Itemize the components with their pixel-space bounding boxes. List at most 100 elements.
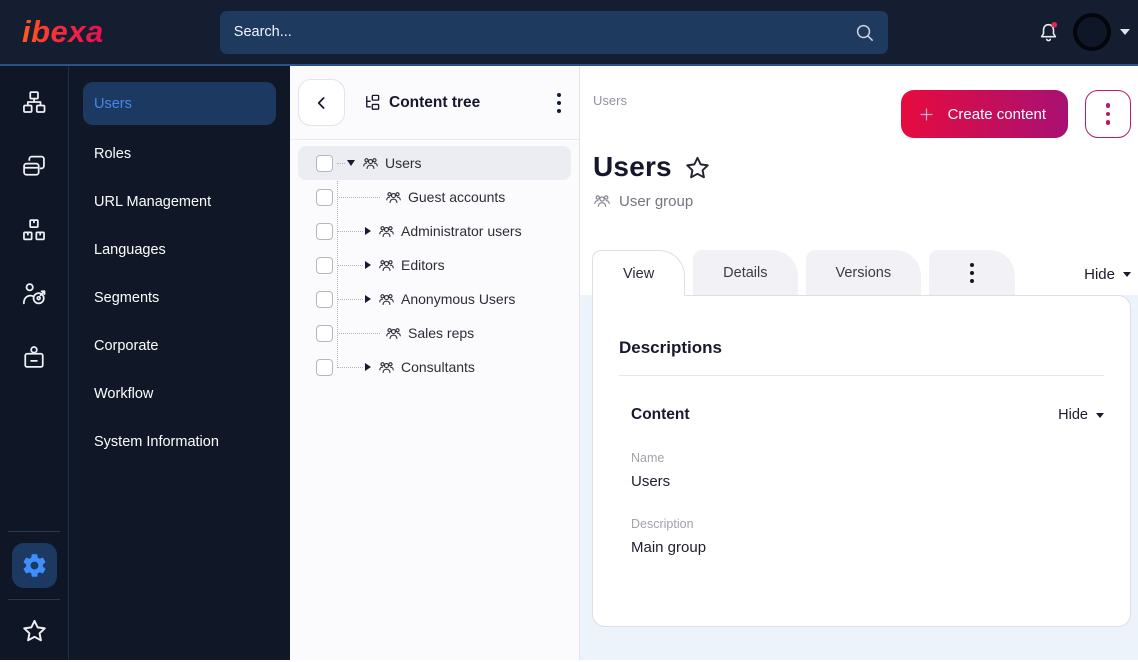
tree-item-administrator-users[interactable]: Administrator users	[298, 214, 571, 248]
sidebar-item-label: Segments	[94, 290, 160, 306]
sidebar-item-users[interactable]: Users	[83, 82, 276, 125]
user-group-icon	[378, 359, 395, 376]
tree-item-checkbox[interactable]	[316, 256, 333, 274]
tree-item-label: Consultants	[401, 359, 475, 375]
tab-details[interactable]: Details	[693, 250, 798, 295]
chevron-left-icon	[317, 96, 324, 109]
caret-right-icon[interactable]	[365, 227, 371, 235]
sitemap-icon[interactable]	[20, 88, 48, 116]
sidebar-item-url-management[interactable]: URL Management	[83, 178, 276, 226]
rail-divider	[8, 599, 60, 600]
sidebar-item-roles[interactable]: Roles	[83, 130, 276, 178]
content-type-row: User group	[593, 192, 1138, 210]
sidebar-item-label: URL Management	[94, 194, 212, 210]
caret-down-icon	[1096, 412, 1104, 418]
id-badge-icon[interactable]	[20, 344, 48, 372]
field-description: Description Main group	[631, 517, 1104, 556]
tree-connector-line	[337, 230, 363, 232]
sidebar-item-languages[interactable]: Languages	[83, 226, 276, 274]
tree-item-checkbox[interactable]	[316, 324, 333, 342]
kebab-icon	[1105, 101, 1111, 127]
content-tree-icon	[362, 93, 381, 112]
tab-versions[interactable]: Versions	[805, 250, 922, 295]
ibexa-logo[interactable]: ibexa	[22, 14, 104, 50]
icon-rail	[0, 66, 69, 660]
tree-item-label: Editors	[401, 257, 445, 273]
topbar-actions	[1036, 13, 1138, 51]
notifications-bell-icon[interactable]	[1036, 20, 1061, 45]
user-group-icon	[378, 257, 395, 274]
tab-label: Versions	[835, 264, 892, 281]
tree-item-guest-accounts[interactable]: Guest accounts	[298, 180, 571, 214]
plus-icon	[919, 107, 933, 121]
hide-toggle[interactable]: Hide	[1084, 266, 1131, 283]
tree-item-checkbox[interactable]	[316, 222, 333, 240]
user-menu-caret-icon[interactable]	[1120, 29, 1130, 35]
section-title: Content	[631, 406, 690, 423]
sidebar-item-corporate[interactable]: Corporate	[83, 322, 276, 370]
field-value: Users	[631, 473, 671, 490]
caret-right-icon[interactable]	[365, 261, 371, 269]
search-input[interactable]	[219, 10, 888, 54]
tree-connector-line	[337, 332, 380, 334]
tree-connector-line	[337, 162, 345, 164]
content-section-hide-toggle[interactable]: Hide	[1058, 407, 1104, 423]
user-group-icon	[378, 291, 395, 308]
caret-right-icon[interactable]	[365, 295, 371, 303]
sidebar-item-label: Corporate	[94, 338, 159, 354]
content-type-label: User group	[619, 192, 694, 210]
field-label: Name	[631, 451, 665, 465]
tree-item-checkbox[interactable]	[316, 188, 333, 206]
topbar: ibexa	[0, 0, 1138, 66]
modules-boxes-icon[interactable]	[20, 216, 48, 244]
tree-item-checkbox[interactable]	[316, 358, 333, 376]
personalization-target-icon[interactable]	[20, 280, 48, 308]
breadcrumb[interactable]: Users	[593, 93, 627, 108]
sidebar-item-system-information[interactable]: System Information	[83, 418, 276, 466]
content-tree-panel: Content tree Users Guest accounts Administ…	[290, 66, 580, 660]
sidebar-item-label: Languages	[94, 242, 166, 258]
tree-item-checkbox[interactable]	[316, 154, 333, 172]
tab-view[interactable]: View	[592, 250, 686, 296]
kebab-icon	[970, 261, 975, 285]
card-heading: Descriptions	[619, 338, 722, 357]
tree-options-kebab[interactable]	[553, 87, 565, 119]
tabs-more-kebab[interactable]	[929, 250, 1016, 295]
user-group-icon	[593, 192, 611, 210]
pages-stack-icon[interactable]	[20, 152, 48, 180]
tree-item-label: Administrator users	[401, 223, 522, 239]
sidebar-item-label: Roles	[94, 146, 132, 162]
caret-down-icon	[1123, 272, 1131, 277]
context-menu-button[interactable]	[1085, 90, 1131, 138]
rail-item-admin[interactable]	[11, 543, 57, 588]
tree-item-sales-reps[interactable]: Sales reps	[298, 316, 571, 350]
tree-item-anonymous-users[interactable]: Anonymous Users	[298, 282, 571, 316]
tree-item-label: Anonymous Users	[401, 291, 516, 307]
tree-item-editors[interactable]: Editors	[298, 248, 571, 282]
sidebar-item-label: System Information	[94, 434, 219, 450]
caret-down-icon[interactable]	[347, 160, 355, 166]
field-name: Name Users	[631, 451, 1104, 490]
sidebar-item-workflow[interactable]: Workflow	[83, 370, 276, 418]
sidebar-item-label: Users	[94, 95, 132, 112]
user-group-icon	[385, 189, 402, 206]
admin-sidebar: Users Roles URL Management Languages Segment…	[69, 66, 290, 660]
user-avatar[interactable]	[1073, 13, 1111, 51]
tree-item-checkbox[interactable]	[316, 290, 333, 308]
tree-item-consultants[interactable]: Consultants	[298, 350, 571, 384]
tree-connector-line	[337, 366, 363, 368]
caret-right-icon[interactable]	[365, 363, 371, 371]
bookmark-star-icon[interactable]	[683, 154, 712, 183]
main-content: Users Create content Users User group Vi…	[580, 66, 1138, 660]
user-group-icon	[362, 155, 379, 172]
tree-item-label: Users	[385, 155, 422, 171]
search-icon[interactable]	[853, 21, 876, 44]
tree-item-users[interactable]: Users	[298, 146, 571, 180]
sidebar-item-segments[interactable]: Segments	[83, 274, 276, 322]
collapse-tree-button[interactable]	[298, 79, 345, 126]
tree-item-label: Guest accounts	[408, 189, 506, 205]
global-search[interactable]	[219, 10, 888, 54]
bookmarks-star-icon[interactable]	[20, 617, 49, 646]
create-content-button[interactable]: Create content	[900, 90, 1068, 138]
tree-connector-line	[337, 196, 380, 198]
